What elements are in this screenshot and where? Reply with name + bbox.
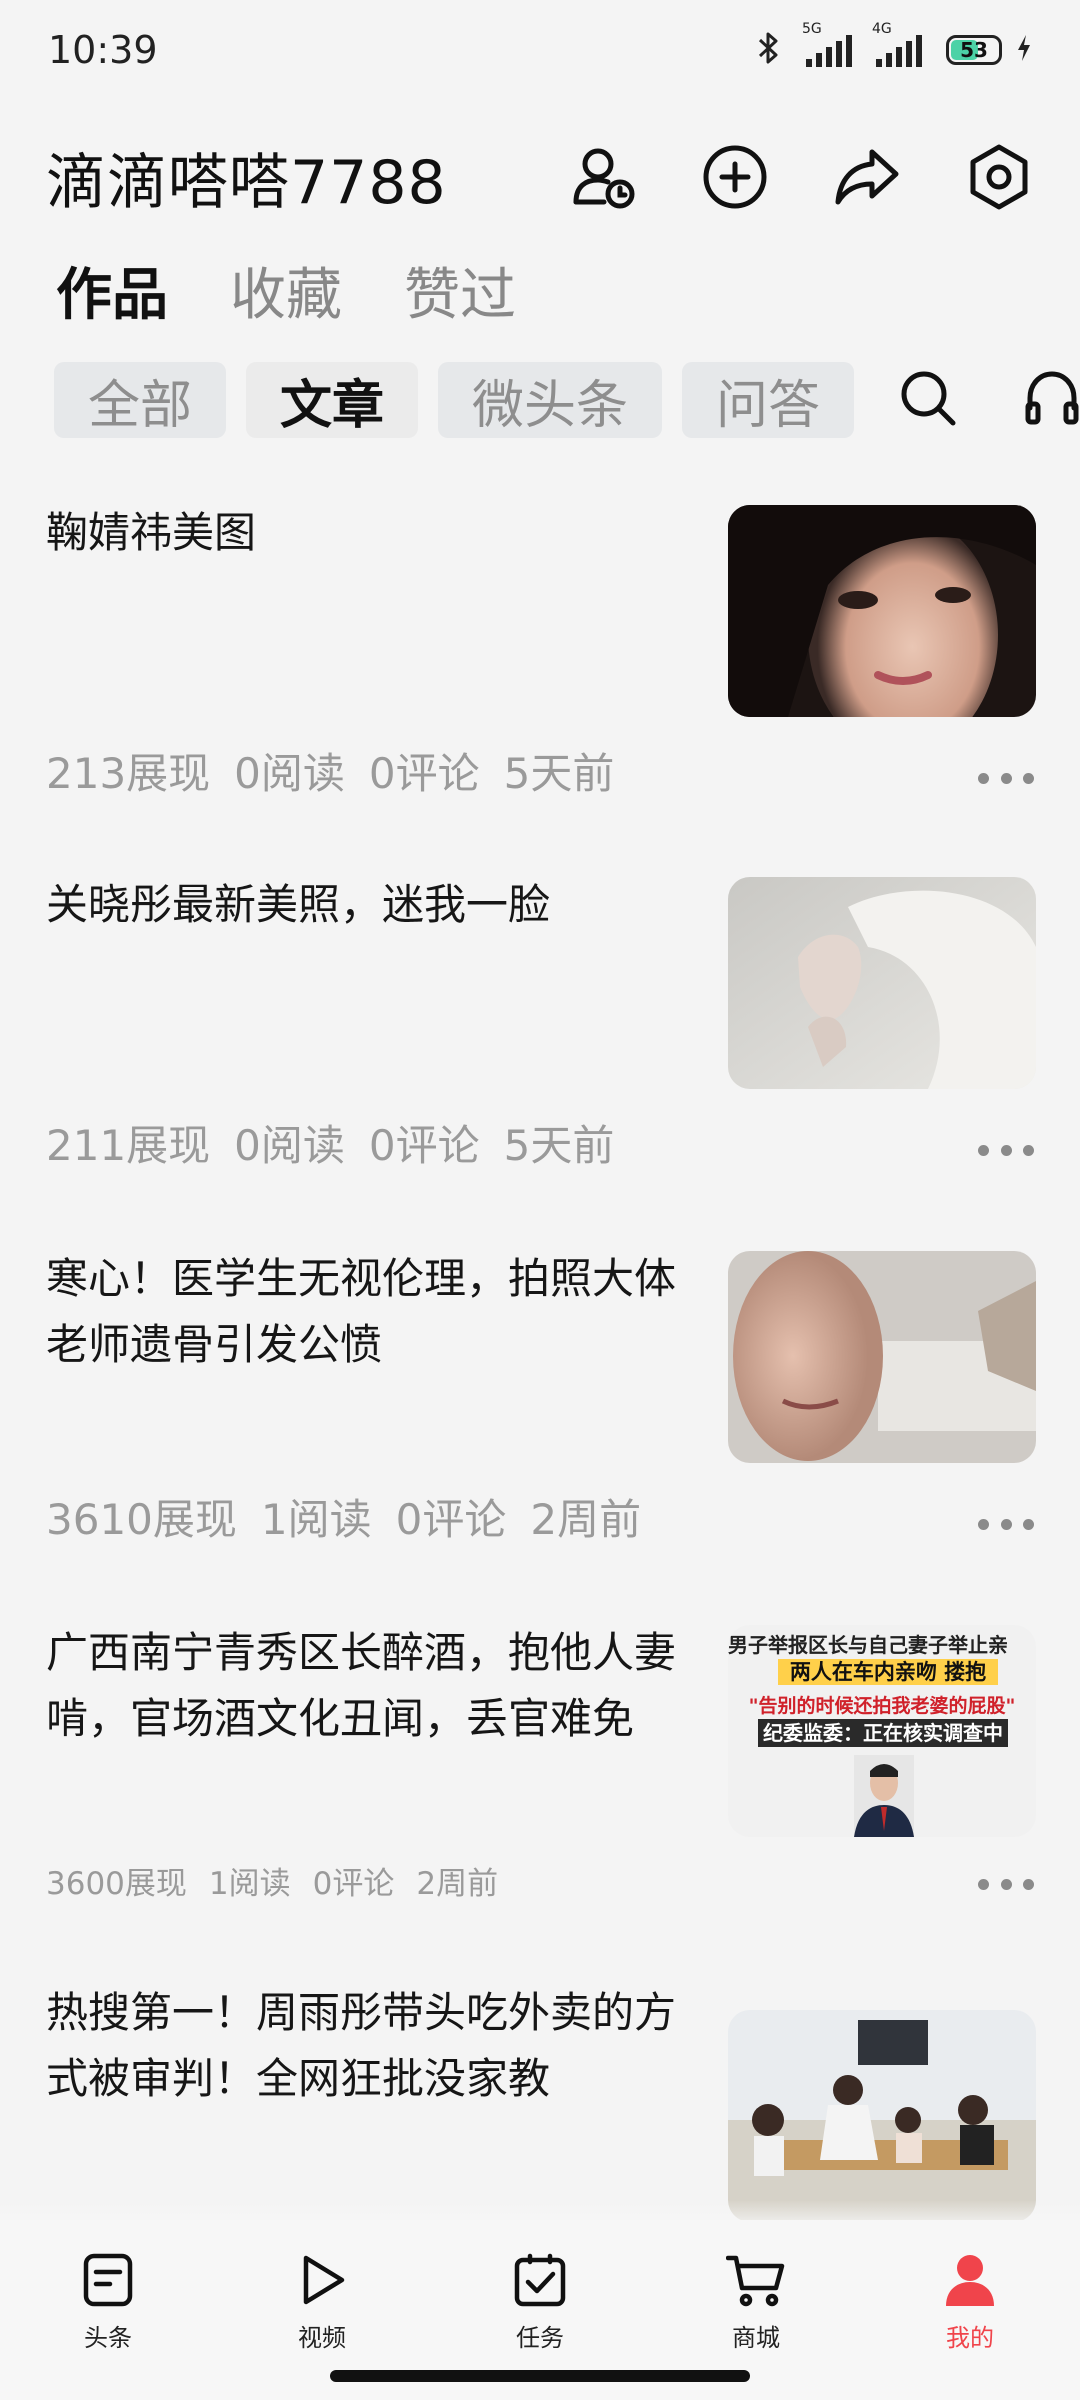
article-thumbnail[interactable]: [728, 2010, 1036, 2222]
thumb-headline-1: 男子举报区长与自己妻子举止亲: [728, 1633, 1008, 1657]
nav-video[interactable]: 视频: [262, 2252, 382, 2353]
time-ago: 5天前: [503, 749, 615, 798]
thumb-headline-2: 两人在车内亲吻 搂抱: [778, 1659, 998, 1685]
status-bar: 10:39 5G 4G 53: [0, 0, 1080, 100]
plus-circle-icon[interactable]: [700, 142, 770, 212]
bluetooth-icon: [756, 31, 782, 69]
filter-actions: [854, 362, 1080, 438]
article-thumbnail[interactable]: [728, 877, 1036, 1089]
profile-icon: [942, 2252, 998, 2312]
signal-5g-icon: 5G: [802, 21, 852, 67]
battery-indicator: 53: [946, 35, 1002, 65]
time-ago: 2周前: [416, 1866, 499, 1902]
nav-label: 任务: [516, 2324, 564, 2352]
reads: 0阅读: [234, 1121, 345, 1170]
impressions: 3600展现: [46, 1866, 187, 1902]
more-options-icon[interactable]: [978, 1514, 1034, 1534]
nav-tasks[interactable]: 任务: [480, 2252, 600, 2353]
impressions: 211展现: [46, 1121, 211, 1170]
reads: 0阅读: [234, 749, 345, 798]
nav-profile[interactable]: 我的: [910, 2252, 1030, 2353]
article-title[interactable]: 鞠婧祎美图: [46, 500, 676, 566]
comments: 0评论: [368, 1121, 480, 1170]
headphones-icon[interactable]: [1022, 368, 1080, 432]
task-check-icon: [512, 2252, 568, 2312]
article-stats: 213展现 0阅读 0评论 5天前: [46, 740, 614, 801]
tab-works[interactable]: 作品: [56, 250, 168, 331]
status-time: 10:39: [48, 28, 158, 72]
chip-all[interactable]: 全部: [54, 362, 227, 438]
reads: 1阅读: [208, 1866, 291, 1902]
signal-4g-icon: 4G: [872, 21, 922, 67]
article-title[interactable]: 热搜第一！周雨彤带头吃外卖的方式被审判！全网狂批没家教: [46, 1980, 676, 2112]
time-ago: 2周前: [530, 1495, 642, 1544]
username: 滴滴嗒嗒7788: [46, 147, 447, 218]
play-icon: [294, 2252, 350, 2312]
home-indicator[interactable]: [330, 2370, 750, 2382]
tab-favorites[interactable]: 收藏: [230, 250, 342, 331]
article-title[interactable]: 关晓彤最新美照，迷我一脸: [46, 872, 676, 938]
nav-headlines[interactable]: 头条: [48, 2252, 168, 2353]
main-tabs: 作品 收藏 赞过: [56, 250, 516, 331]
more-options-icon[interactable]: [978, 1140, 1034, 1160]
cart-icon: [725, 2252, 786, 2312]
nav-label: 我的: [946, 2324, 994, 2352]
filter-row: 全部 文章 微头条 问答: [54, 362, 1080, 438]
article-title[interactable]: 寒心！医学生无视伦理，拍照大体老师遗骨引发公愤: [46, 1246, 676, 1378]
comments: 0评论: [368, 749, 480, 798]
chip-qa[interactable]: 问答: [682, 362, 854, 438]
tab-liked[interactable]: 赞过: [404, 250, 516, 331]
article-title[interactable]: 广西南宁青秀区长醉酒，抱他人妻啃，官场酒文化丑闻，丢官难免: [46, 1620, 676, 1752]
chip-micro-posts[interactable]: 微头条: [438, 362, 663, 438]
thumb-headline-3: "告别的时候还拍我老婆的屁股": [748, 1695, 1016, 1717]
thumb-portrait: [854, 1755, 914, 1837]
impressions: 213展现: [46, 749, 211, 798]
profile-header: 滴滴嗒嗒7788: [0, 112, 1080, 242]
nav-label: 头条: [84, 2324, 132, 2352]
user-clock-icon[interactable]: [568, 142, 638, 212]
article-thumbnail[interactable]: 男子举报区长与自己妻子举止亲 两人在车内亲吻 搂抱 "告别的时候还拍我老婆的屁股…: [728, 1625, 1036, 1837]
nav-mall[interactable]: 商城: [696, 2252, 816, 2353]
comments: 0评论: [395, 1495, 507, 1544]
share-icon[interactable]: [832, 142, 902, 212]
comments: 0评论: [312, 1866, 395, 1902]
filter-chips[interactable]: 全部 文章 微头条 问答: [54, 362, 854, 438]
article-thumbnail[interactable]: [728, 1251, 1036, 1463]
chip-articles[interactable]: 文章: [246, 362, 419, 438]
charging-icon: [1016, 34, 1032, 66]
thumb-headline-4: 纪委监委：正在核实调查中: [758, 1719, 1008, 1747]
header-actions: [568, 142, 1034, 212]
article-stats: 3600展现 1阅读 0评论 2周前: [46, 1858, 498, 1903]
search-icon[interactable]: [898, 368, 958, 432]
nav-label: 视频: [298, 2324, 346, 2352]
settings-hex-icon[interactable]: [964, 142, 1034, 212]
time-ago: 5天前: [503, 1121, 615, 1170]
article-stats: 3610展现 1阅读 0评论 2周前: [46, 1486, 641, 1547]
more-options-icon[interactable]: [978, 1874, 1034, 1894]
reads: 1阅读: [260, 1495, 372, 1544]
article-thumbnail[interactable]: [728, 505, 1036, 717]
impressions: 3610展现: [46, 1495, 237, 1544]
article-icon: [80, 2252, 136, 2312]
status-icons: 5G 4G 53: [756, 21, 1032, 69]
article-stats: 211展现 0阅读 0评论 5天前: [46, 1112, 614, 1173]
more-options-icon[interactable]: [978, 768, 1034, 788]
nav-label: 商城: [732, 2324, 780, 2352]
